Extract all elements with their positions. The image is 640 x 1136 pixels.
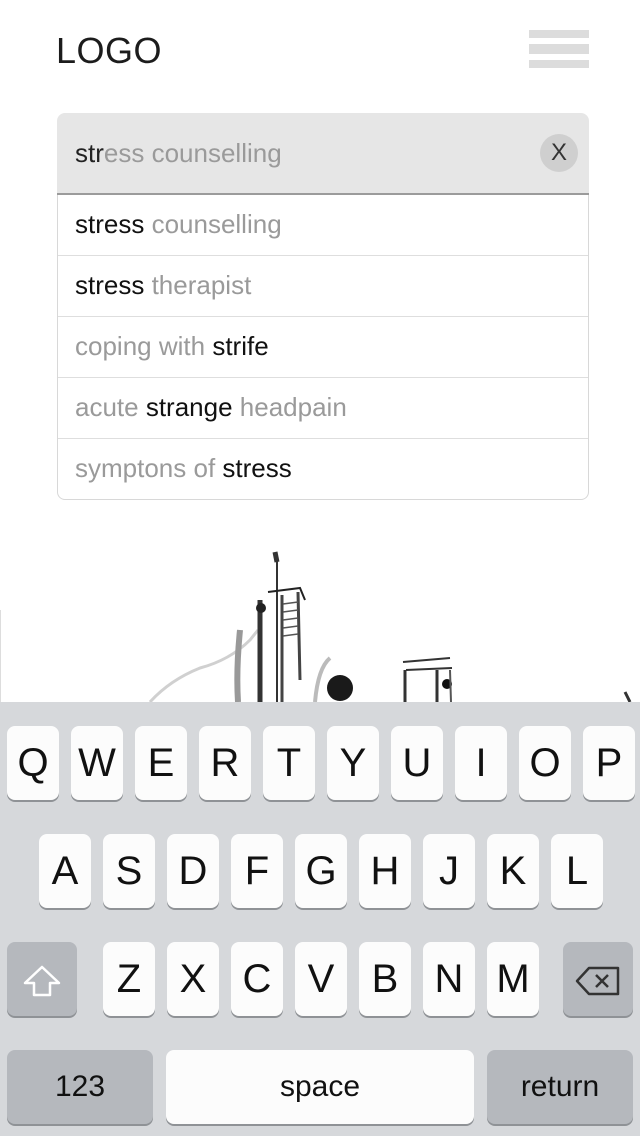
key-s[interactable]: S [103, 834, 155, 908]
hamburger-menu-icon[interactable] [529, 30, 589, 70]
key-c[interactable]: C [231, 942, 283, 1016]
key-j[interactable]: J [423, 834, 475, 908]
key-h[interactable]: H [359, 834, 411, 908]
suggestion-text: symptons of [75, 453, 223, 483]
key-p[interactable]: P [583, 726, 635, 800]
city-sketch-illustration [0, 551, 632, 702]
space-key[interactable]: space [166, 1050, 474, 1124]
suggestion-text: therapist [144, 270, 252, 300]
key-b[interactable]: B [359, 942, 411, 1016]
suggestion-item[interactable]: coping with strife [58, 317, 588, 378]
suggestion-item[interactable]: stress therapist [58, 256, 588, 317]
logo: LOGO [56, 30, 163, 71]
numbers-key[interactable]: 123 [7, 1050, 153, 1124]
key-v[interactable]: V [295, 942, 347, 1016]
key-m[interactable]: M [487, 942, 539, 1016]
key-k[interactable]: K [487, 834, 539, 908]
suggestion-text: coping with [75, 331, 213, 361]
key-a[interactable]: A [39, 834, 91, 908]
key-d[interactable]: D [167, 834, 219, 908]
suggestion-text: headpain [232, 392, 347, 422]
suggestion-item[interactable]: symptons of stress [58, 439, 588, 499]
key-t[interactable]: T [263, 726, 315, 800]
onscreen-keyboard: Q W E R T Y U I O P A S D F G H J K L Z X C V B N M 123 space return [0, 702, 640, 1136]
key-y[interactable]: Y [327, 726, 379, 800]
menu-bar [529, 30, 589, 38]
suggestion-match-text: stress [75, 270, 145, 300]
suggestion-text: counselling [144, 209, 282, 239]
key-x[interactable]: X [167, 942, 219, 1016]
search-input-text: stress counselling [75, 138, 282, 169]
backspace-icon [575, 967, 620, 996]
menu-bar [529, 60, 589, 68]
suggestion-match-text: strife [212, 331, 269, 361]
key-g[interactable]: G [295, 834, 347, 908]
suggestion-item[interactable]: stress counselling [58, 195, 588, 256]
search-input[interactable]: stress counselling X [57, 113, 589, 197]
suggestion-match-text: stress [75, 209, 145, 239]
menu-bar [529, 44, 589, 54]
key-f[interactable]: F [231, 834, 283, 908]
delete-key[interactable] [563, 942, 633, 1016]
key-q[interactable]: Q [7, 726, 59, 800]
key-l[interactable]: L [551, 834, 603, 908]
suggestion-match-text: stress [222, 453, 292, 483]
suggestion-list: stress counselling stress therapist copi… [57, 195, 589, 500]
shift-arrow-icon [23, 966, 61, 997]
key-w[interactable]: W [71, 726, 123, 800]
shift-key[interactable] [7, 942, 77, 1016]
typed-text: str [75, 138, 104, 168]
key-i[interactable]: I [455, 726, 507, 800]
suggestion-text: acute [75, 392, 146, 422]
key-o[interactable]: O [519, 726, 571, 800]
key-n[interactable]: N [423, 942, 475, 1016]
clear-search-button[interactable]: X [540, 134, 578, 172]
key-u[interactable]: U [391, 726, 443, 800]
key-e[interactable]: E [135, 726, 187, 800]
key-r[interactable]: R [199, 726, 251, 800]
return-key[interactable]: return [487, 1050, 633, 1124]
key-z[interactable]: Z [103, 942, 155, 1016]
suggestion-match-text: strange [145, 392, 233, 422]
autocomplete-ghost-text: ess counselling [103, 138, 282, 168]
suggestion-item[interactable]: acute strange headpain [58, 378, 588, 439]
